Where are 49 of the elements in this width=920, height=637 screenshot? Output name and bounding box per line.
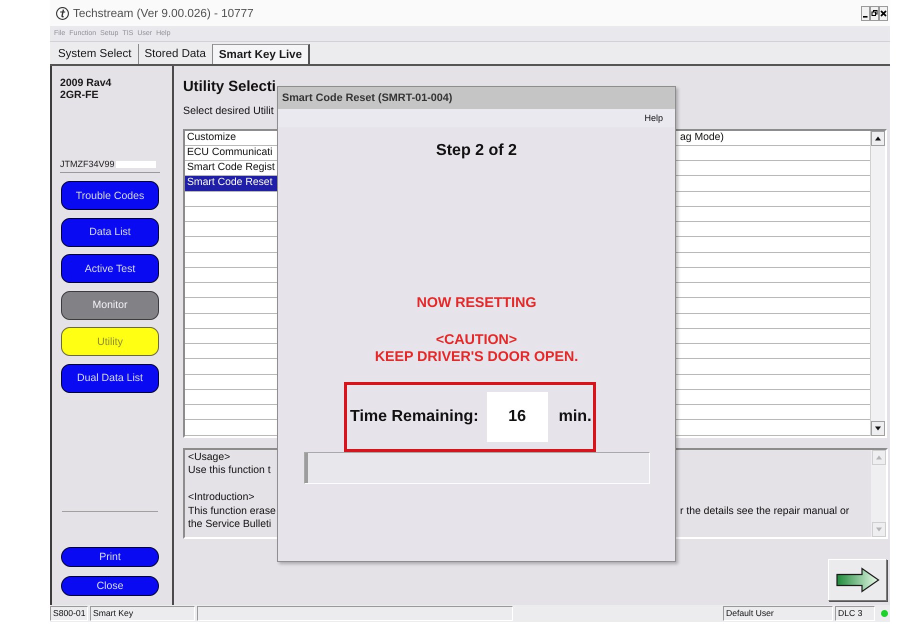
status-panel: S800-01 <box>50 606 88 621</box>
function-button[interactable]: Utility <box>61 327 159 356</box>
menu-item[interactable]: Help <box>644 113 663 123</box>
scroll-up-icon[interactable] <box>871 131 885 146</box>
usage-heading: <Introduction> <box>188 491 254 505</box>
tab[interactable]: Smart Key Live <box>212 44 310 64</box>
arrow-right-icon <box>836 567 880 593</box>
time-remaining-field: 16 <box>486 392 548 442</box>
next-button[interactable] <box>828 559 887 601</box>
caution-text: KEEP DRIVER'S DOOR OPEN. <box>374 348 578 366</box>
caution-heading: <CAUTION> <box>436 332 518 348</box>
function-button[interactable]: Trouble Codes <box>61 181 159 210</box>
vin-field <box>116 160 156 168</box>
usage-text: Use this function t <box>188 464 271 478</box>
function-button[interactable]: Dual Data List <box>61 364 159 393</box>
logo-icon <box>56 6 69 20</box>
minimize-icon[interactable] <box>861 6 870 20</box>
usage-text: the Service Bulleti <box>188 518 272 532</box>
tab[interactable]: System Select <box>52 44 138 64</box>
vin-text: JTMZF34V99 <box>60 159 115 169</box>
list-item[interactable]: Smart Code Reset <box>185 176 277 191</box>
instruction-text: Select desired Utilit <box>183 105 274 118</box>
usage-text: This function erase <box>188 504 276 518</box>
close-icon[interactable] <box>879 6 888 20</box>
usage-heading: <Usage> <box>188 451 230 464</box>
list-item[interactable]: Smart Code Regist <box>185 161 277 175</box>
list-item[interactable]: ECU Communicati <box>185 146 277 160</box>
scrollbar[interactable] <box>870 131 885 436</box>
scroll-down-icon[interactable] <box>871 421 885 436</box>
page-heading: Utility Selecti <box>183 79 276 96</box>
time-remaining-label: Time Remaining: <box>350 408 479 426</box>
list-item-text: ag Mode) <box>679 131 724 145</box>
window-title: Techstream (Ver 9.00.026) - 10777 <box>73 6 254 20</box>
status-panel: Default User <box>723 606 833 621</box>
time-unit-label: min. <box>558 408 592 426</box>
function-button[interactable]: Active Test <box>61 254 159 284</box>
status-panel: Smart Key <box>90 606 195 621</box>
action-button[interactable]: Close <box>61 576 159 596</box>
status-panel: DLC 3 <box>835 606 875 621</box>
vehicle-model: 2009 Rav4 <box>60 77 112 89</box>
usage-text: r the details see the repair manual or <box>679 504 850 518</box>
list-item[interactable]: Customize <box>185 131 277 145</box>
step-indicator: Step 2 of 2 <box>436 140 517 160</box>
action-button[interactable]: Print <box>61 547 159 567</box>
engine-code: 2GR-FE <box>60 89 99 101</box>
dialog-title: Smart Code Reset (SMRT-01-004) <box>282 92 452 104</box>
restore-icon[interactable] <box>870 6 879 20</box>
status-message: NOW RESETTING <box>416 294 536 312</box>
function-button[interactable]: Data List <box>61 218 159 247</box>
